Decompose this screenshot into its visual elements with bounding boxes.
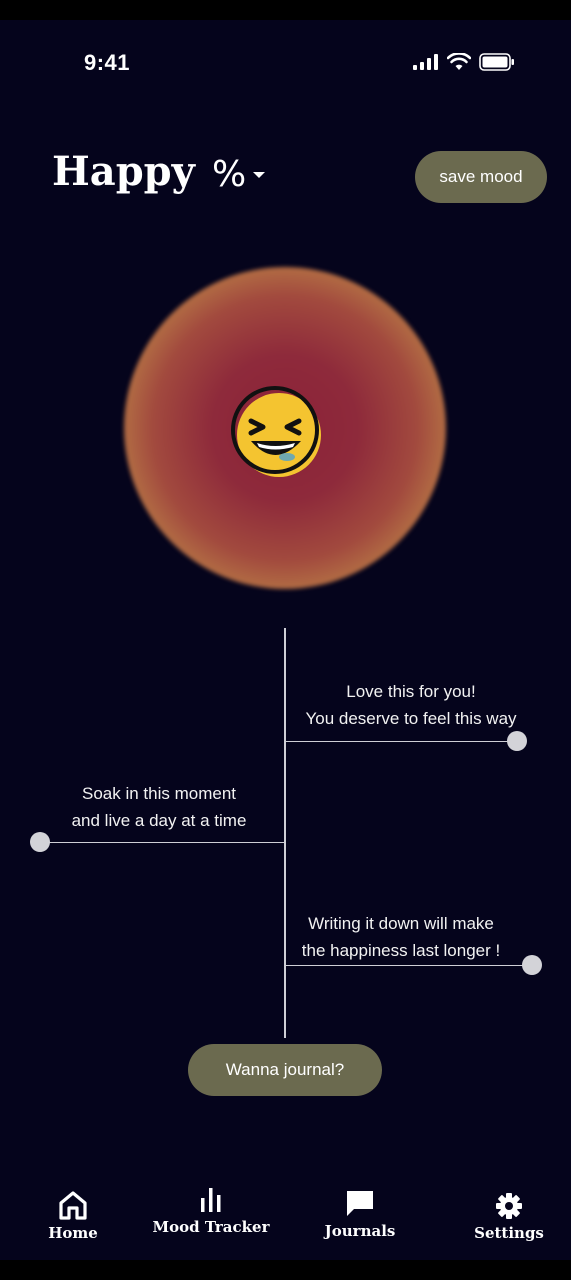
caret-down-icon <box>253 171 266 178</box>
message-line: the happiness last longer ! <box>301 941 501 960</box>
timeline-dot-3[interactable] <box>522 955 542 975</box>
nav-journals-label: Journals <box>324 1222 396 1240</box>
home-icon <box>59 1191 87 1220</box>
status-icons <box>413 53 515 71</box>
message-line: and live a day at a time <box>71 811 247 830</box>
app-screen: 9:41 Happy % save mood Love this for you… <box>0 20 571 1260</box>
nav-mood-tracker-label: Mood Tracker <box>152 1218 270 1236</box>
timeline-message-2: Soak in this moment and live a day at a … <box>34 780 284 834</box>
timeline-message-1: Love this for you! You deserve to feel t… <box>286 678 536 732</box>
mood-symbol: % <box>212 154 247 195</box>
timeline-dot-2[interactable] <box>30 832 50 852</box>
message-line: Soak in this moment <box>81 784 236 803</box>
nav-mood-tracker[interactable]: Mood Tracker <box>153 1184 270 1236</box>
timeline-branch-1 <box>286 741 508 742</box>
message-line: Love this for you! <box>346 682 476 701</box>
message-line: You deserve to feel this way <box>305 709 517 728</box>
mood-dropdown[interactable]: % <box>212 154 266 195</box>
timeline-dot-1[interactable] <box>507 731 527 751</box>
save-mood-button[interactable]: save mood <box>415 151 547 203</box>
chat-bubble-icon <box>347 1191 373 1216</box>
wifi-icon <box>447 53 471 70</box>
mood-title: Happy <box>52 148 195 195</box>
signal-icon <box>413 54 438 70</box>
gear-icon <box>496 1193 522 1219</box>
timeline-branch-2 <box>48 842 286 843</box>
nav-journals[interactable]: Journals <box>324 1188 396 1240</box>
nav-settings-label: Settings <box>474 1224 544 1242</box>
journal-button[interactable]: Wanna journal? <box>188 1044 382 1096</box>
nav-settings[interactable]: Settings <box>474 1192 544 1242</box>
message-line: Writing it down will make <box>308 914 494 933</box>
battery-icon <box>479 53 514 71</box>
laughing-face-icon <box>231 386 321 477</box>
bar-chart-icon <box>201 1188 221 1212</box>
status-time: 9:41 <box>84 50 131 75</box>
timeline-message-3: Writing it down will make the happiness … <box>276 910 526 964</box>
timeline-branch-3 <box>286 965 524 966</box>
status-bar: 9:41 <box>0 20 571 104</box>
nav-home[interactable]: Home <box>48 1190 98 1242</box>
bottom-nav: Home Mood Tracker Journals Settings <box>0 1182 571 1260</box>
nav-home-label: Home <box>48 1224 98 1242</box>
